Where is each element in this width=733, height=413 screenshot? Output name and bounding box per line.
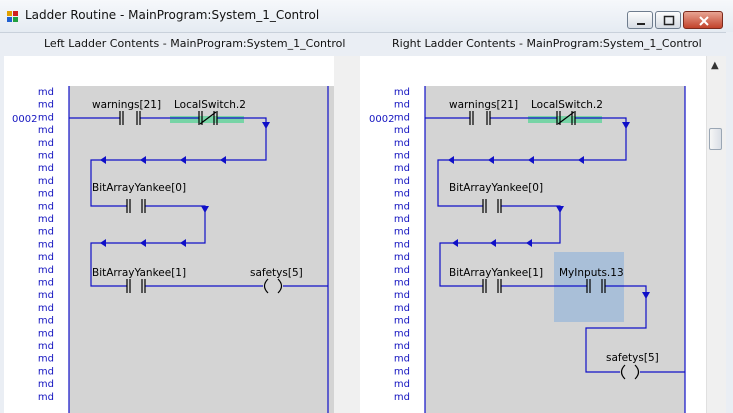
right-pane-header: Right Ladder Contents - MainProgram:Syst… xyxy=(392,37,702,50)
margin-marker: md xyxy=(38,189,54,200)
margin-marker: md xyxy=(38,354,54,365)
window-title: Ladder Routine - MainProgram:System_1_Co… xyxy=(25,8,320,22)
margin-marker: md xyxy=(38,214,54,225)
left-pane-header: Left Ladder Contents - MainProgram:Syste… xyxy=(44,37,346,50)
svg-text:BitArrayYankee[0]: BitArrayYankee[0] xyxy=(92,182,186,194)
margin-marker: md xyxy=(38,328,54,339)
close-icon xyxy=(699,16,709,26)
svg-text:BitArrayYankee[0]: BitArrayYankee[0] xyxy=(449,182,543,194)
margin-marker: md xyxy=(394,87,410,98)
margin-marker: md xyxy=(38,278,54,289)
svg-text:BitArrayYankee[1]: BitArrayYankee[1] xyxy=(449,267,543,279)
margin-marker: md xyxy=(394,252,410,263)
margin-marker: md xyxy=(38,163,54,174)
right-ladder-canvas: mdmdmdmdmdmdmdmdmdmdmdmdmdmdmdmdmdmdmdmd… xyxy=(369,86,686,413)
margin-marker: md xyxy=(38,87,54,98)
margin-marker: md xyxy=(394,227,410,238)
svg-text:safetys[5]: safetys[5] xyxy=(606,352,659,364)
pane-divider[interactable] xyxy=(334,56,360,413)
margin-marker: md xyxy=(394,278,410,289)
margin-marker: md xyxy=(394,316,410,327)
margin-marker: md xyxy=(394,214,410,225)
svg-text:LocalSwitch.2: LocalSwitch.2 xyxy=(531,99,603,111)
svg-text:MyInputs.13: MyInputs.13 xyxy=(559,267,624,279)
margin-marker: md xyxy=(394,303,410,314)
margin-marker: md xyxy=(394,176,410,187)
margin-marker: md xyxy=(38,100,54,111)
maximize-button[interactable] xyxy=(655,11,681,29)
left-rung-background xyxy=(69,86,334,413)
margin-marker: md xyxy=(38,366,54,377)
minimize-button[interactable] xyxy=(627,11,653,29)
margin-marker: md xyxy=(394,163,410,174)
margin-marker: md xyxy=(38,379,54,390)
margin-marker: md xyxy=(394,100,410,111)
right-ladder-pane[interactable]: md md md md md md md md md md md md md md md md md md md md… xyxy=(360,56,706,413)
margin-marker: md xyxy=(394,125,410,136)
margin-marker: md xyxy=(394,290,410,301)
close-button[interactable] xyxy=(683,11,723,29)
margin-marker: md xyxy=(38,151,54,162)
minimize-icon xyxy=(637,23,645,25)
margin-marker: md xyxy=(394,366,410,377)
margin-marker: md xyxy=(38,341,54,352)
window-border xyxy=(726,32,733,413)
left-ladder-pane[interactable]: md md md md md md md md md md md md md md md md md md md md… xyxy=(4,56,334,413)
margin-marker: md xyxy=(38,392,54,403)
margin-marker: md xyxy=(38,112,54,123)
title-bar: Ladder Routine - MainProgram:System_1_Co… xyxy=(0,0,733,33)
margin-marker: md xyxy=(38,265,54,276)
margin-marker: md xyxy=(38,239,54,250)
margin-marker: md xyxy=(394,138,410,149)
margin-marker: md xyxy=(394,379,410,390)
rung-number: 0002 xyxy=(369,114,394,125)
svg-text:warnings[21]: warnings[21] xyxy=(449,99,518,111)
margin-marker: md xyxy=(38,176,54,187)
margin-marker: md xyxy=(394,189,410,200)
margin-marker: md xyxy=(394,201,410,212)
margin-marker: md xyxy=(38,125,54,136)
selected-instruction[interactable] xyxy=(554,252,624,322)
margin-marker: md xyxy=(394,341,410,352)
margin-marker: md xyxy=(394,265,410,276)
scroll-up-icon[interactable]: ▲ xyxy=(711,60,719,71)
margin-marker: md xyxy=(394,239,410,250)
svg-text:safetys[5]: safetys[5] xyxy=(250,267,303,279)
svg-text:LocalSwitch.2: LocalSwitch.2 xyxy=(174,99,246,111)
svg-text:warnings[21]: warnings[21] xyxy=(92,99,161,111)
left-ladder-canvas: mdmdmdmdmdmdmdmdmdmdmdmdmdmdmdmdmdmdmdmd… xyxy=(12,86,334,413)
margin-marker: md xyxy=(38,290,54,301)
scroll-thumb[interactable] xyxy=(709,128,722,150)
svg-text:BitArrayYankee[1]: BitArrayYankee[1] xyxy=(92,267,186,279)
rung-number: 0002 xyxy=(12,114,37,125)
vertical-scrollbar[interactable]: ▲ xyxy=(706,56,726,413)
margin-marker: md xyxy=(38,138,54,149)
margin-marker: md xyxy=(38,316,54,327)
margin-marker: md xyxy=(394,112,410,123)
margin-marker: md xyxy=(38,252,54,263)
app-icon xyxy=(7,11,18,22)
margin-marker: md xyxy=(394,151,410,162)
margin-marker: md xyxy=(394,328,410,339)
margin-marker: md xyxy=(394,354,410,365)
maximize-icon xyxy=(663,15,675,26)
margin-marker: md xyxy=(38,303,54,314)
margin-marker: md xyxy=(394,392,410,403)
margin-marker: md xyxy=(38,227,54,238)
margin-marker: md xyxy=(38,201,54,212)
